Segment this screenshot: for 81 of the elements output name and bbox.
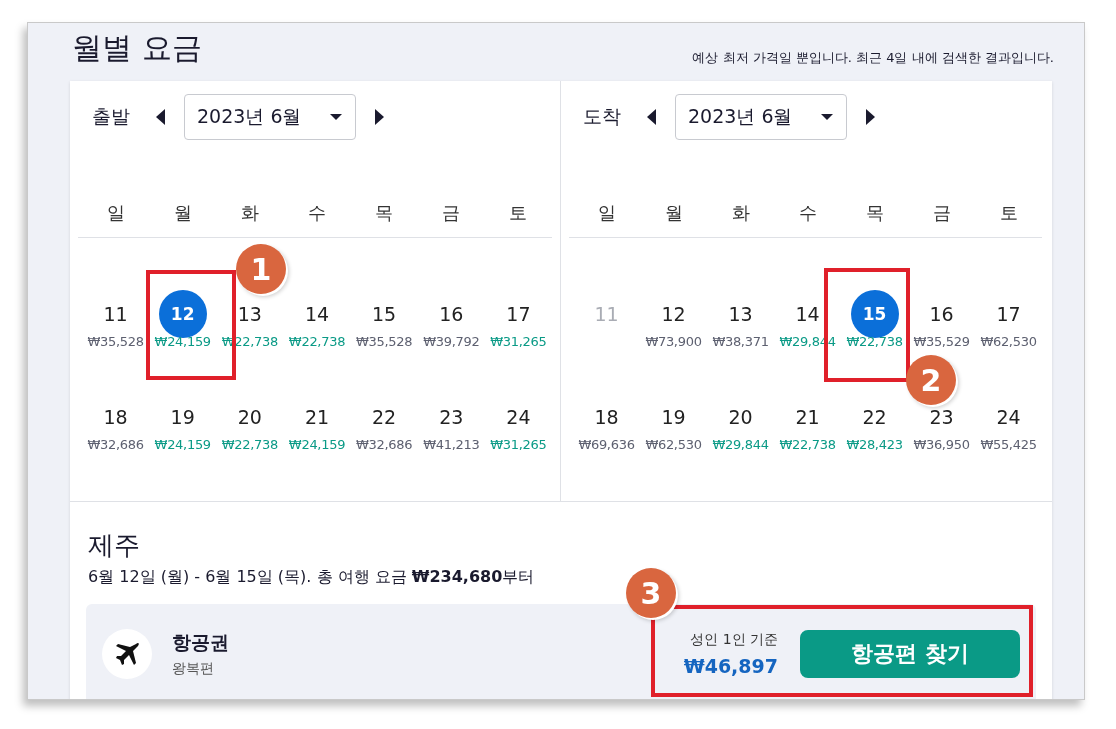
day-number[interactable]: 13 xyxy=(728,303,753,325)
day-price: ₩39,792 xyxy=(423,334,480,349)
day-number[interactable]: 19 xyxy=(170,406,195,428)
weekday-label: 월 xyxy=(172,201,193,225)
flight-subtitle: 왕복편 xyxy=(172,660,215,678)
day-price: ₩24,159 xyxy=(288,437,346,452)
weekday-label: 금 xyxy=(931,201,952,225)
day-price: ₩36,950 xyxy=(913,437,970,452)
day-number[interactable]: 20 xyxy=(237,406,262,428)
day-number[interactable]: 17 xyxy=(506,303,531,325)
day-number[interactable]: 18 xyxy=(594,406,619,428)
caret-icon xyxy=(820,113,834,121)
day-price: ₩35,528 xyxy=(356,334,413,349)
day-number[interactable]: 12 xyxy=(661,303,686,325)
day-number[interactable]: 24 xyxy=(506,406,531,428)
day-price: ₩35,528 xyxy=(87,334,144,349)
day-number[interactable]: 23 xyxy=(929,406,954,428)
weekday-label: 토 xyxy=(508,201,529,225)
weekday-label: 월 xyxy=(663,201,684,225)
day-price: ₩35,529 xyxy=(913,334,970,349)
day-price: ₩73,900 xyxy=(645,334,702,349)
day-price: ₩31,265 xyxy=(490,334,547,349)
day-number[interactable]: 19 xyxy=(661,406,686,428)
day-number[interactable]: 14 xyxy=(304,303,330,325)
weekday-label: 토 xyxy=(998,201,1019,225)
weekday-label: 목 xyxy=(374,201,395,225)
weekday-label: 금 xyxy=(441,201,462,225)
weekday-label: 화 xyxy=(239,201,260,225)
day-number[interactable]: 24 xyxy=(996,406,1021,428)
day-price: ₩62,530 xyxy=(980,334,1037,349)
day-number[interactable]: 21 xyxy=(304,406,330,428)
day-number[interactable]: 22 xyxy=(372,406,397,428)
day-price: ₩32,686 xyxy=(356,437,413,452)
airplane-icon xyxy=(102,629,152,679)
day-number[interactable]: 16 xyxy=(929,303,954,325)
month-dropdown[interactable]: 2023년 6월 xyxy=(184,94,356,140)
caret-icon xyxy=(329,113,343,121)
calendar-label: 출발 xyxy=(92,104,131,129)
flight-price: ₩46,897 xyxy=(683,655,778,677)
weekday-label: 일 xyxy=(105,201,126,225)
page-title: 월별 요금 xyxy=(72,29,202,67)
disclaimer-text: 예상 최저 가격일 뿐입니다. 최근 4일 내에 검색한 결과입니다. xyxy=(692,49,1054,67)
day-number[interactable]: 22 xyxy=(862,406,887,428)
day-price: ₩28,423 xyxy=(846,437,903,452)
month-dropdown[interactable]: 2023년 6월 xyxy=(675,94,847,140)
day-price: ₩32,686 xyxy=(87,437,144,452)
day-number[interactable]: 18 xyxy=(103,406,128,428)
day-number[interactable]: 14 xyxy=(795,303,820,325)
selected-day[interactable]: 12 xyxy=(158,290,207,338)
flight-title: 항공권 xyxy=(172,630,230,655)
trip-summary: 6월 12일 (월) - 6월 15일 (목). 총 여행 요금 ₩234,680부터 xyxy=(88,567,536,588)
destination-title: 제주 xyxy=(88,529,141,562)
calendar-label: 도착 xyxy=(583,104,622,129)
day-number[interactable]: 20 xyxy=(728,406,753,428)
day-number[interactable]: 13 xyxy=(237,303,262,325)
day-price: ₩55,425 xyxy=(980,437,1037,452)
price-basis: 성인 1인 기준 xyxy=(690,631,778,649)
day-number[interactable]: 11 xyxy=(103,303,128,325)
day-number[interactable]: 21 xyxy=(795,406,820,428)
day-price: ₩22,738 xyxy=(779,437,836,452)
day-number[interactable]: 17 xyxy=(996,303,1021,325)
day-number: 11 xyxy=(594,303,619,325)
day-price: ₩31,265 xyxy=(490,437,547,452)
weekday-label: 목 xyxy=(864,201,885,225)
day-price: ₩38,371 xyxy=(712,334,769,349)
day-price: ₩24,159 xyxy=(154,437,211,452)
selected-day[interactable]: 15 xyxy=(850,290,899,338)
day-number[interactable]: 15 xyxy=(372,303,397,325)
day-price: ₩62,530 xyxy=(645,437,702,452)
day-price: ₩22,738 xyxy=(288,334,346,349)
day-price: ₩29,844 xyxy=(712,437,769,452)
day-price: ₩41,213 xyxy=(423,437,480,452)
weekday-label: 수 xyxy=(307,201,327,225)
day-number[interactable]: 23 xyxy=(439,406,464,428)
weekday-label: 화 xyxy=(730,201,751,225)
find-flights-button[interactable]: 항공편 찾기 xyxy=(800,630,1020,678)
day-price: ₩69,636 xyxy=(578,437,635,452)
weekday-label: 수 xyxy=(797,201,818,225)
weekday-label: 일 xyxy=(596,201,617,225)
day-number[interactable]: 16 xyxy=(439,303,464,325)
day-price: ₩22,738 xyxy=(221,437,278,452)
